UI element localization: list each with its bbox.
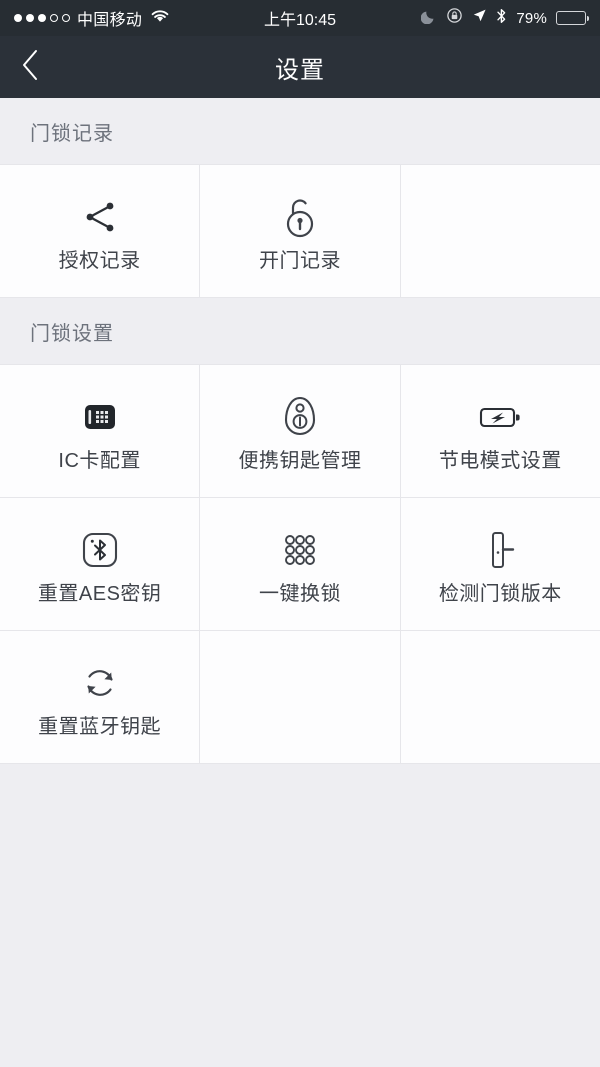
signal-strength-dots: [14, 14, 70, 22]
grid-item-one-click-lock-change[interactable]: 检测门锁版本: [400, 498, 600, 630]
battery-bolt-icon: [476, 391, 524, 443]
settings-grid: IC卡配置 便携钥匙管理 节电模式设置 重置AES密钥 一键换锁 检测门锁版本 …: [0, 364, 600, 764]
grid-item-label: 开门记录: [258, 250, 341, 272]
grid-item-label: 节电模式设置: [438, 450, 562, 472]
status-bar-left: 中国移动: [14, 6, 171, 30]
grid-item-label: 检测门锁版本: [438, 583, 562, 605]
signal-dot-empty: [62, 14, 70, 22]
records-grid: 授权记录 开门记录: [0, 164, 600, 298]
grid-item-label: 授权记录: [58, 250, 141, 272]
signal-dot-filled: [26, 14, 34, 22]
navigation-bar: 设置: [0, 36, 600, 98]
grid-item-portable-key-management[interactable]: 便携钥匙管理: [200, 365, 400, 497]
wifi-icon: [149, 8, 171, 29]
unlocked-padlock-icon: [278, 191, 322, 243]
key-fob-icon: [280, 391, 320, 443]
ic-card-icon: [78, 391, 122, 443]
location-arrow-icon: [472, 8, 487, 28]
page-background-filler: [0, 764, 600, 1067]
page-title: 设置: [275, 56, 325, 84]
grid-item-ic-card-config[interactable]: IC卡配置: [0, 365, 200, 497]
app-screen: 中国移动 上午10:45 79% 设置 门锁记录 授权记录 开门记录 门锁设置 …: [0, 0, 600, 1067]
section-header-records: 门锁记录: [0, 98, 600, 164]
keypad-grid-icon: [278, 524, 322, 576]
status-bar: 中国移动 上午10:45 79%: [0, 0, 600, 36]
rotation-lock-icon: [446, 7, 463, 29]
grid-item-empty: [200, 631, 400, 763]
grid-item-empty: [400, 165, 600, 297]
share-icon: [76, 191, 124, 243]
signal-dot-filled: [14, 14, 22, 22]
section-header-settings: 门锁设置: [0, 298, 600, 364]
grid-item-reset-bluetooth-key[interactable]: 重置AES密钥: [0, 498, 200, 630]
door-handle-icon: [480, 524, 520, 576]
moon-icon: [421, 8, 437, 29]
grid-item-empty: [400, 631, 600, 763]
signal-dot-filled: [38, 14, 46, 22]
battery-percent-label: 79%: [516, 9, 547, 27]
grid-item-detect-lock-version[interactable]: 重置蓝牙钥匙: [0, 631, 200, 763]
signal-dot-empty: [50, 14, 58, 22]
grid-item-label: 重置蓝牙钥匙: [38, 716, 162, 738]
grid-item-authorization-records[interactable]: 授权记录: [0, 165, 200, 297]
bluetooth-square-icon: [78, 524, 122, 576]
grid-item-reset-aes-key[interactable]: 一键换锁: [200, 498, 400, 630]
refresh-icon: [77, 657, 123, 709]
status-bar-right: 79%: [421, 7, 589, 29]
grid-item-label: 便携钥匙管理: [238, 450, 362, 472]
carrier-label: 中国移动: [77, 12, 143, 29]
grid-item-label: 一键换锁: [258, 583, 341, 605]
grid-item-power-saving-mode[interactable]: 节电模式设置: [400, 365, 600, 497]
bluetooth-icon: [496, 8, 507, 29]
grid-item-label: 重置AES密钥: [37, 583, 162, 605]
grid-item-label: IC卡配置: [58, 450, 141, 472]
battery-icon: [556, 11, 589, 25]
grid-item-door-open-records[interactable]: 开门记录: [200, 165, 400, 297]
